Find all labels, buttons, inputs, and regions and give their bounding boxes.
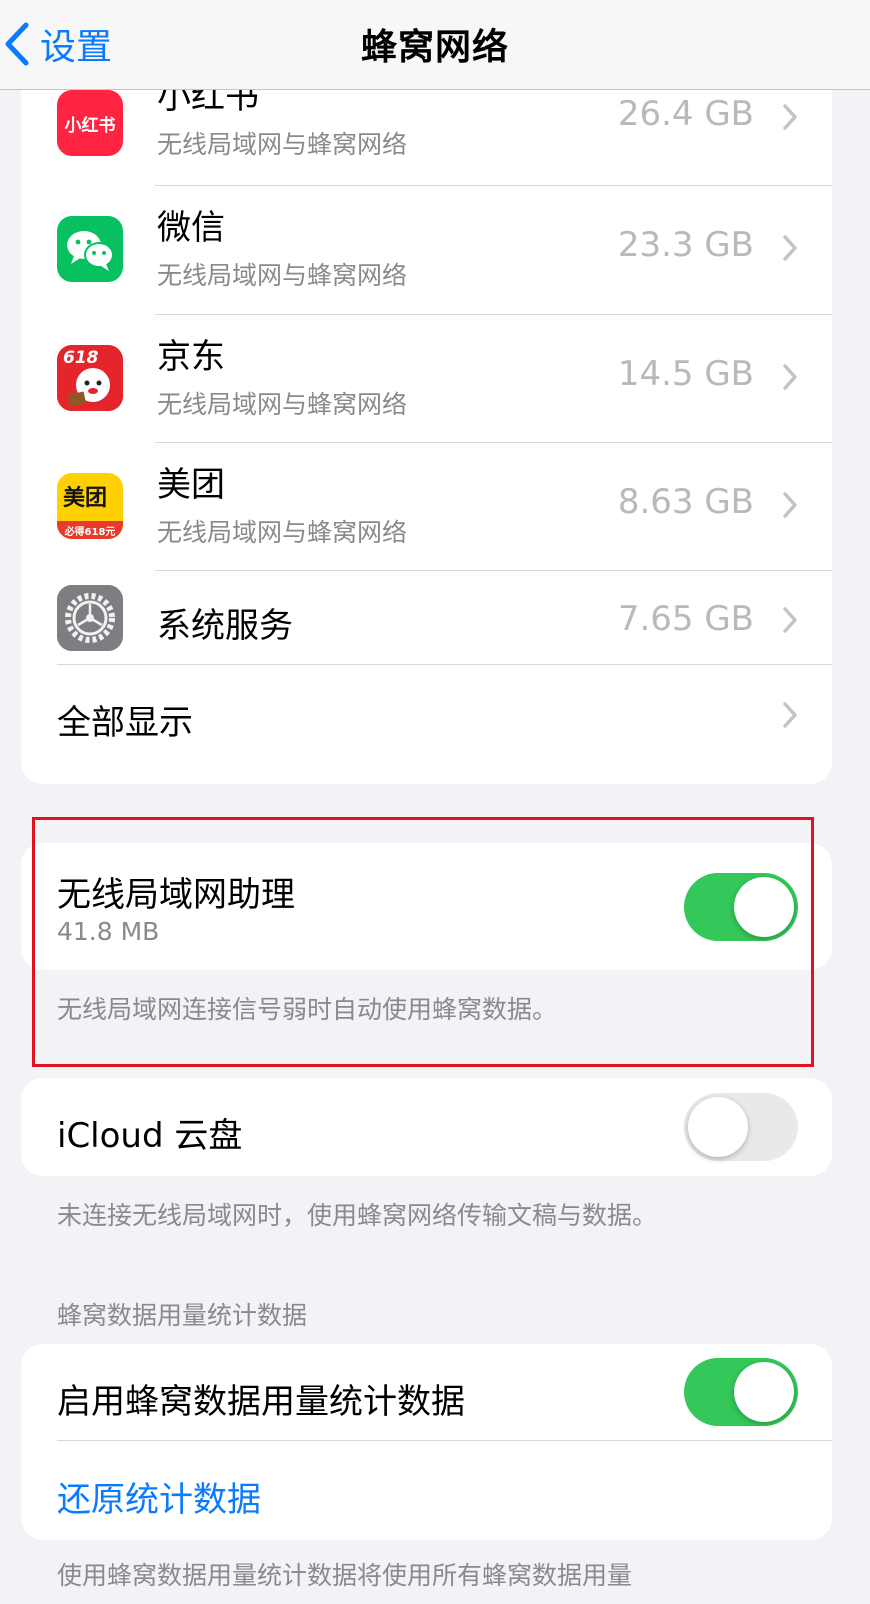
app-usage: 8.63 GB: [617, 482, 754, 522]
app-name: 微信: [157, 208, 225, 248]
wifi-assist-usage: 41.8 MB: [57, 917, 160, 946]
jd-icon: 618: [57, 345, 123, 411]
app-usage: 14.5 GB: [617, 354, 754, 394]
chevron-right-icon: [783, 104, 797, 130]
meituan-icon-text: 美团: [63, 486, 108, 511]
app-usage: 23.3 GB: [617, 225, 754, 265]
chevron-right-icon: [783, 364, 797, 390]
chevron-right-icon: [783, 492, 797, 518]
app-subtitle: 无线局域网与蜂窝网络: [157, 130, 408, 159]
show-all-label: 全部显示: [57, 703, 193, 743]
app-subtitle: 无线局域网与蜂窝网络: [157, 518, 408, 547]
toggle-knob: [734, 1362, 794, 1422]
meituan-icon-banner: 必得618元: [57, 521, 123, 539]
app-subtitle: 无线局域网与蜂窝网络: [157, 390, 408, 419]
icloud-card: iCloud 云盘: [21, 1078, 832, 1176]
stats-section-header: 蜂窝数据用量统计数据: [57, 1301, 308, 1330]
page-title: 蜂窝网络: [360, 27, 509, 68]
icloud-footer: 未连接无线局域网时，使用蜂窝网络传输文稿与数据。: [57, 1201, 658, 1230]
meituan-icon: 美团 必得618元: [57, 473, 123, 539]
navigation-bar: 设置 蜂窝网络: [0, 0, 870, 90]
app-subtitle: 无线局域网与蜂窝网络: [157, 261, 408, 290]
xiaohongshu-icon-text: 小红书: [64, 115, 116, 136]
list-item-system-services[interactable]: 系统服务 7.65 GB: [21, 571, 832, 665]
app-usage: 26.4 GB: [617, 94, 754, 134]
stats-footer: 使用蜂窝数据用量统计数据将使用所有蜂窝数据用量: [57, 1561, 633, 1590]
app-usage-list: 小红书 小红书 无线局域网与蜂窝网络 26.4 GB 微信 无线局域网与蜂窝网络…: [21, 60, 832, 784]
wifi-assist-label: 无线局域网助理: [57, 875, 295, 915]
wechat-icon: [57, 216, 123, 282]
icloud-label: iCloud 云盘: [57, 1116, 243, 1156]
chevron-right-icon: [783, 702, 797, 728]
list-item-meituan[interactable]: 美团 必得618元 美团 无线局域网与蜂窝网络 8.63 GB: [21, 443, 832, 574]
wifi-assist-footer: 无线局域网连接信号弱时自动使用蜂窝数据。: [57, 995, 558, 1024]
icloud-toggle[interactable]: [684, 1093, 798, 1161]
wifi-assist-card: 无线局域网助理 41.8 MB: [21, 843, 832, 970]
list-item-wechat[interactable]: 微信 无线局域网与蜂窝网络 23.3 GB: [21, 186, 832, 317]
toggle-knob: [734, 877, 794, 937]
meituan-icon-subtext: 必得618元: [64, 526, 116, 538]
app-name: 京东: [157, 337, 225, 377]
chevron-right-icon: [783, 607, 797, 633]
app-name: 美团: [157, 465, 225, 505]
chevron-right-icon: [783, 235, 797, 261]
enable-stats-toggle[interactable]: [684, 1358, 798, 1426]
list-item-jd[interactable]: 618 京东 无线局域网与蜂窝网络 14.5 GB: [21, 315, 832, 446]
app-usage: 7.65 GB: [617, 599, 754, 639]
app-name: 系统服务: [157, 606, 293, 646]
gear-glyph: [57, 585, 123, 651]
xiaohongshu-icon: 小红书: [57, 90, 123, 156]
wifi-assist-toggle[interactable]: [684, 873, 798, 941]
reset-stats-button[interactable]: 还原统计数据: [57, 1472, 261, 1521]
toggle-knob: [688, 1097, 748, 1157]
gear-icon: [57, 585, 123, 651]
separator: [57, 1440, 832, 1441]
stats-card: 启用蜂窝数据用量统计数据 还原统计数据: [21, 1344, 832, 1540]
enable-stats-label: 启用蜂窝数据用量统计数据: [57, 1382, 465, 1422]
wechat-glyph: [67, 231, 114, 271]
jd-icon-text: 618: [63, 348, 99, 368]
show-all-button[interactable]: 全部显示: [21, 665, 832, 764]
